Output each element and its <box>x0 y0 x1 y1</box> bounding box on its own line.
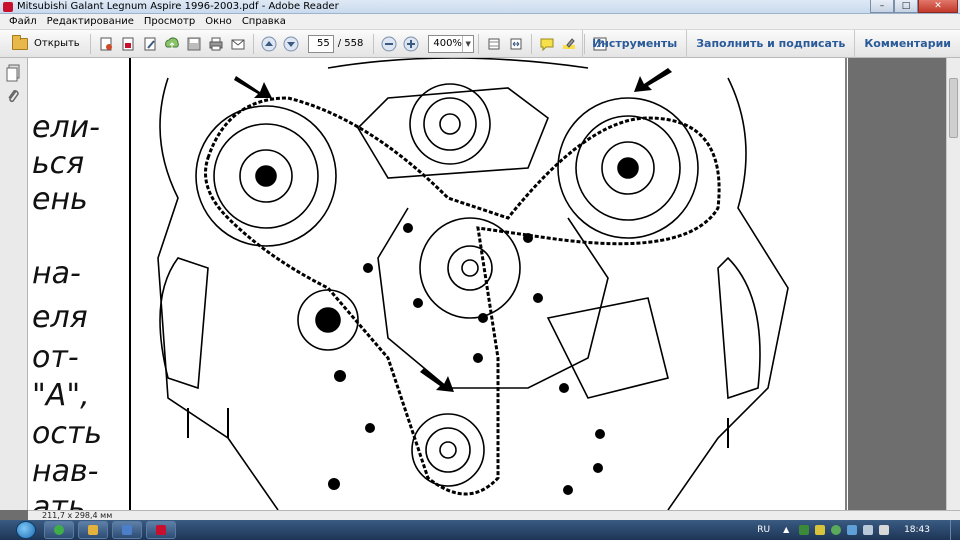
taskbar-app-media[interactable] <box>112 521 142 539</box>
adobe-reader-icon <box>3 1 13 12</box>
menu-help[interactable]: Справка <box>237 16 291 27</box>
system-tray: RU ▲ 18:43 <box>757 520 960 540</box>
menu-view[interactable]: Просмотр <box>139 16 200 27</box>
email-icon[interactable] <box>229 35 247 53</box>
open-button[interactable]: Открыть <box>6 33 86 55</box>
menu-file[interactable]: Файл <box>4 16 42 27</box>
toolbar-separator <box>531 33 533 54</box>
page-size-readout: 211,7 x 298,4 мм <box>42 511 113 520</box>
edit-icon[interactable] <box>141 35 159 53</box>
toolbar: Открыть 55 / 558 400% ▼ Инструменты Запо… <box>0 30 960 58</box>
network-icon[interactable] <box>863 525 874 535</box>
comments-pane-button[interactable]: Комментарии <box>854 30 960 58</box>
show-desktop-button[interactable] <box>950 520 960 540</box>
document-viewport[interactable]: ели- ься ень на- еля от- "A", ость нав- … <box>28 58 960 510</box>
maximize-button[interactable]: □ <box>894 0 918 13</box>
toolbar-separator <box>478 33 480 54</box>
page-number-input[interactable]: 55 <box>307 34 334 53</box>
open-label: Открыть <box>34 38 80 49</box>
tray-app-icon[interactable] <box>799 525 810 535</box>
pdf-page: ели- ься ень на- еля от- "A", ость нав- … <box>28 58 848 510</box>
upload-icon[interactable] <box>163 35 181 53</box>
scrollbar-thumb[interactable] <box>949 78 958 138</box>
minimize-button[interactable]: – <box>870 0 894 13</box>
tools-pane-button[interactable]: Инструменты <box>582 30 686 58</box>
attachments-icon[interactable] <box>6 88 22 106</box>
toolbar-separator <box>373 33 375 54</box>
fit-page-icon[interactable] <box>485 35 503 53</box>
fit-width-icon[interactable] <box>507 35 525 53</box>
print-icon[interactable] <box>207 35 225 53</box>
navigation-pane <box>0 58 28 510</box>
menu-window[interactable]: Окно <box>200 16 237 27</box>
status-bar: 211,7 x 298,4 мм <box>28 510 960 520</box>
language-indicator[interactable]: RU <box>757 525 770 535</box>
chevron-down-icon: ▼ <box>461 35 473 52</box>
taskbar-app-chrome[interactable] <box>44 521 74 539</box>
toolbar-separator <box>89 33 91 54</box>
zoom-out-icon[interactable] <box>380 35 398 53</box>
next-page-icon[interactable] <box>282 35 300 53</box>
taskbar: RU ▲ 18:43 <box>0 520 960 540</box>
zoom-in-icon[interactable] <box>402 35 420 53</box>
window-title: Mitsubishi Galant Legnum Aspire 1996-200… <box>17 1 339 12</box>
menu-bar: Файл Редактирование Просмотр Окно Справк… <box>0 14 960 30</box>
folder-icon <box>12 34 28 50</box>
zoom-select[interactable]: 400% ▼ <box>428 34 475 53</box>
save-icon[interactable] <box>185 35 203 53</box>
previous-page-icon[interactable] <box>260 35 278 53</box>
zoom-value: 400% <box>433 37 462 49</box>
page-count: / 558 <box>337 38 364 49</box>
engine-timing-belt-diagram <box>129 58 847 510</box>
menu-edit[interactable]: Редактирование <box>42 16 139 27</box>
fill-sign-pane-button[interactable]: Заполнить и подписать <box>686 30 854 58</box>
window-controls: – □ ✕ <box>870 0 958 13</box>
create-pdf-icon[interactable] <box>97 35 115 53</box>
convert-pdf-icon[interactable] <box>119 35 137 53</box>
volume-icon[interactable] <box>879 525 890 535</box>
tray-app-icon[interactable] <box>815 525 826 535</box>
highlight-icon[interactable] <box>560 35 578 53</box>
taskbar-app-adobe-reader[interactable] <box>146 521 176 539</box>
vertical-scrollbar[interactable] <box>946 58 960 510</box>
taskbar-app-explorer[interactable] <box>78 521 108 539</box>
clock[interactable]: 18:43 <box>904 525 930 535</box>
tray-expand-icon[interactable]: ▲ <box>783 525 793 535</box>
close-button[interactable]: ✕ <box>918 0 958 13</box>
tray-app-icon[interactable] <box>831 525 842 535</box>
toolbar-panes: Инструменты Заполнить и подписать Коммен… <box>582 30 960 58</box>
title-bar: Mitsubishi Galant Legnum Aspire 1996-200… <box>0 0 960 14</box>
page-thumbnails-icon[interactable] <box>6 64 22 82</box>
tray-app-icon[interactable] <box>847 525 858 535</box>
comment-icon[interactable] <box>538 35 556 53</box>
toolbar-separator <box>252 33 254 54</box>
start-button[interactable] <box>16 521 36 539</box>
